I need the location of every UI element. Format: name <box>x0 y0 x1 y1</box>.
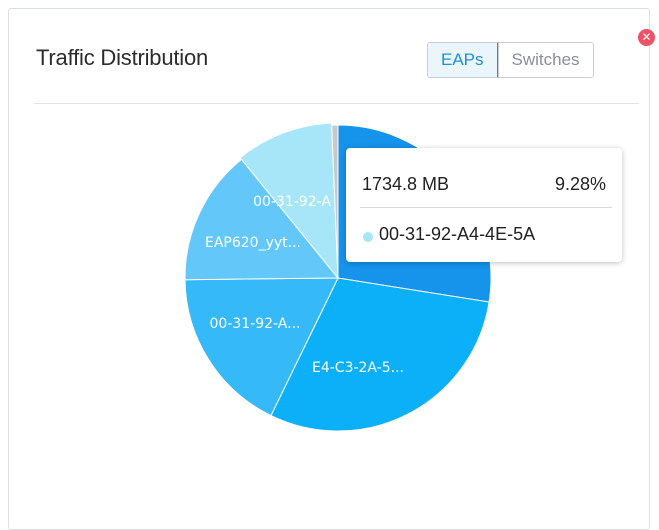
pie-slice-label: 00-31-92-A <box>253 194 331 210</box>
tooltip-divider <box>360 207 612 208</box>
tooltip-size: 1734.8 MB <box>362 174 450 194</box>
tooltip-device-name: 00-31-92-A4-4E-5A <box>379 224 536 244</box>
pie-slice-label: E4-C3-2A-5... <box>312 360 404 376</box>
chart-tooltip: 1734.8 MB 9.28% 00-31-92-A4-4E-5A <box>346 148 622 262</box>
tooltip-percent: 9.28% <box>554 174 606 194</box>
tooltip-legend-dot <box>363 232 373 242</box>
pie-slice-label: 00-31-92-A... <box>210 316 301 332</box>
pie-slice-label: EAP620_yyt... <box>205 235 301 251</box>
